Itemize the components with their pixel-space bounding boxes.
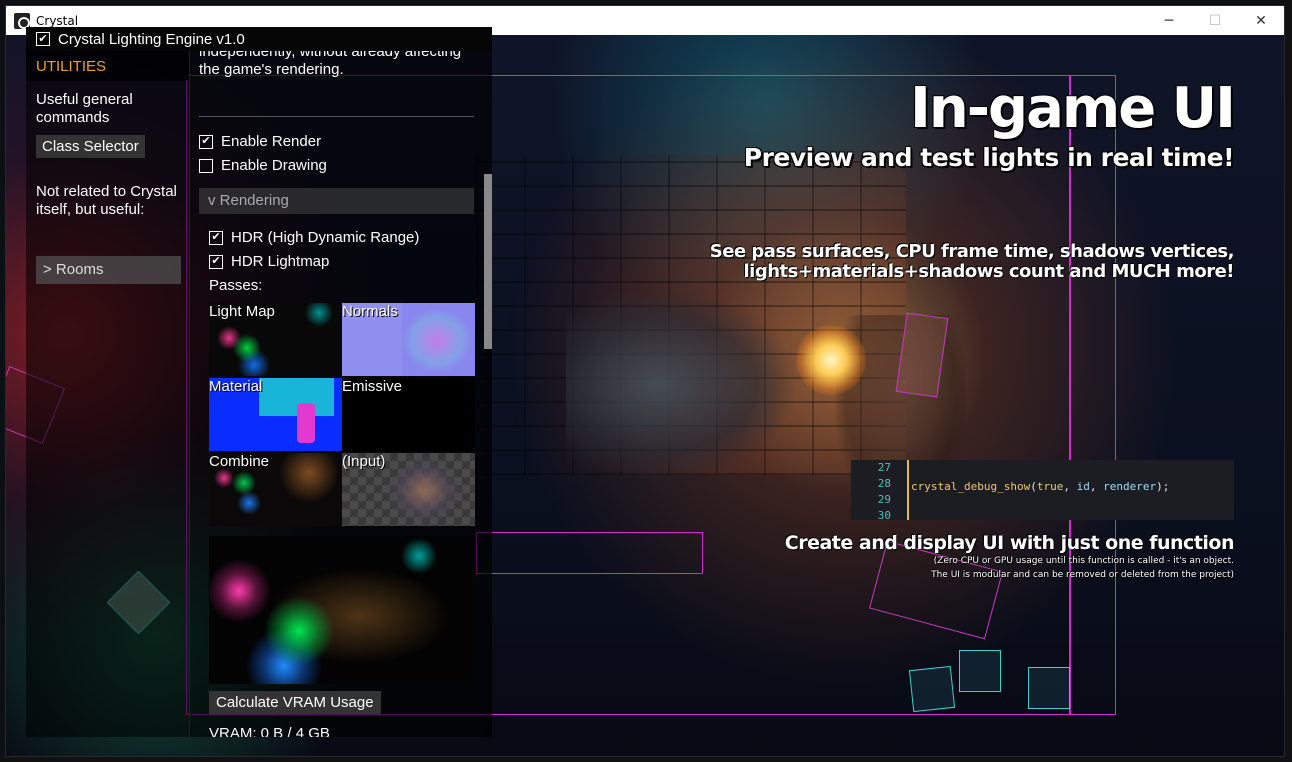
class-selector-button[interactable]: Class Selector <box>36 135 145 158</box>
code-line: crystal_debug_show(true, id, renderer); <box>911 480 1169 493</box>
feature-line-1: See pass surfaces, CPU frame time, shado… <box>709 241 1235 262</box>
minimize-button[interactable]: ─ <box>1146 6 1192 35</box>
useful-commands-text: Useful general commands <box>36 91 133 126</box>
calculate-vram-button[interactable]: Calculate VRAM Usage <box>209 691 381 714</box>
desktop-edge <box>1285 0 1292 762</box>
hdr-row[interactable]: ✔ HDR (High Dynamic Range) <box>209 229 419 246</box>
desktop-bottom <box>0 757 1292 762</box>
cta-note-1: (Zero CPU or GPU usage until this functi… <box>933 556 1234 566</box>
panel-toggle-checkbox[interactable]: ✔ <box>36 32 50 46</box>
hdr-checkbox[interactable]: ✔ <box>209 230 223 245</box>
not-related-text: Not related to Crystal itself, but usefu… <box>36 183 177 218</box>
code-snippet: 27 28 29 30 crystal_debug_show(true, id,… <box>851 460 1234 522</box>
hdr-lightmap-checkbox[interactable]: ✔ <box>209 254 223 269</box>
line-number: 29 <box>877 493 891 506</box>
gutter-marker <box>907 460 909 520</box>
panel-scrollbar-thumb[interactable] <box>484 174 492 349</box>
pass-combine[interactable]: Combine <box>209 453 342 526</box>
feature-line-2: lights+materials+shadows count and MUCH … <box>743 261 1235 282</box>
cta-block: Create and display UI with just one func… <box>784 532 1235 582</box>
intro-line-1: independently, without already affecting <box>199 51 462 60</box>
vram-readout: VRAM: 0 B / 4 GB <box>209 725 330 737</box>
enable-drawing-label: Enable Drawing <box>221 157 327 174</box>
hero-heading: In-game UI Preview and test lights in re… <box>743 76 1236 173</box>
pass-normals[interactable]: Normals <box>342 303 475 376</box>
pass-material[interactable]: Material <box>209 378 342 451</box>
hdr-lightmap-label: HDR Lightmap <box>231 253 330 270</box>
line-number: 28 <box>877 477 891 490</box>
code-arg-id: id <box>1076 480 1090 493</box>
code-function: crystal_debug_show <box>911 480 1031 493</box>
pass-label: Normals <box>342 303 398 320</box>
pass-label: Material <box>209 378 263 395</box>
pass-preview-large <box>209 536 475 684</box>
code-punct: , <box>1089 480 1104 493</box>
debug-panel-header[interactable]: ✔ Crystal Lighting Engine v1.0 <box>26 27 492 51</box>
enable-render-label: Enable Render <box>221 133 322 150</box>
window-title: Crystal <box>36 13 79 28</box>
line-number-gutter: 27 28 29 30 <box>851 460 903 522</box>
pass-emissive[interactable]: Emissive <box>342 378 475 451</box>
platform-outline <box>476 532 703 574</box>
pass-input[interactable]: (Input) <box>342 453 475 526</box>
code-arg-renderer: renderer <box>1103 480 1157 493</box>
cta-title: Create and display UI with just one func… <box>784 532 1235 554</box>
pass-label: Emissive <box>342 378 403 395</box>
line-number: 30 <box>877 509 891 522</box>
code-arg-true: true <box>1036 480 1064 493</box>
lantern-light <box>796 325 866 395</box>
utilities-heading: UTILITIES <box>26 51 189 81</box>
enable-render-row[interactable]: ✔ Enable Render <box>199 133 321 150</box>
rooms-tree-item[interactable]: > Rooms <box>36 256 181 284</box>
rendering-section-header[interactable]: v Rendering <box>199 188 474 214</box>
collider-box-1 <box>908 665 956 713</box>
maximize-button[interactable]: ☐ <box>1192 6 1238 35</box>
panel-title: Crystal Lighting Engine v1.0 <box>58 30 245 48</box>
code-punct: ); <box>1156 480 1170 493</box>
hero-subtitle: Preview and test lights in real time! <box>743 143 1235 172</box>
code-punct: ( <box>1030 480 1037 493</box>
pass-label: (Input) <box>342 453 386 470</box>
hdr-lightmap-row[interactable]: ✔ HDR Lightmap <box>209 253 329 270</box>
enable-render-checkbox[interactable]: ✔ <box>199 134 213 149</box>
player-character <box>566 290 796 480</box>
feature-text: See pass surfaces, CPU frame time, shado… <box>709 241 1235 282</box>
intro-text: independently, without already affecting… <box>199 51 479 79</box>
close-button[interactable]: ✕ <box>1238 6 1284 35</box>
code-punct: , <box>1063 480 1077 493</box>
line-number: 27 <box>877 461 891 474</box>
collider-box-2 <box>959 650 1001 692</box>
cta-note-2: The UI is modular and can be removed or … <box>931 570 1234 580</box>
utilities-pane: UTILITIES Useful general commands Class … <box>26 51 189 737</box>
passes-label: Passes: <box>209 277 263 294</box>
app-window: Crystal ─ ☐ ✕ In-game UI Preview and tes… <box>5 5 1285 757</box>
separator <box>199 116 474 117</box>
pass-label: Combine <box>209 453 270 470</box>
pass-label: Light Map <box>209 303 275 320</box>
collider-box-3 <box>1028 667 1070 709</box>
settings-pane: independently, without already affecting… <box>190 51 492 737</box>
hdr-label: HDR (High Dynamic Range) <box>231 229 420 246</box>
pass-light-map[interactable]: Light Map <box>209 303 342 376</box>
hero-title: In-game UI <box>910 76 1236 141</box>
intro-line-2: the game's rendering. <box>199 61 344 78</box>
enable-drawing-checkbox[interactable] <box>199 158 213 173</box>
enable-drawing-row[interactable]: Enable Drawing <box>199 157 327 174</box>
